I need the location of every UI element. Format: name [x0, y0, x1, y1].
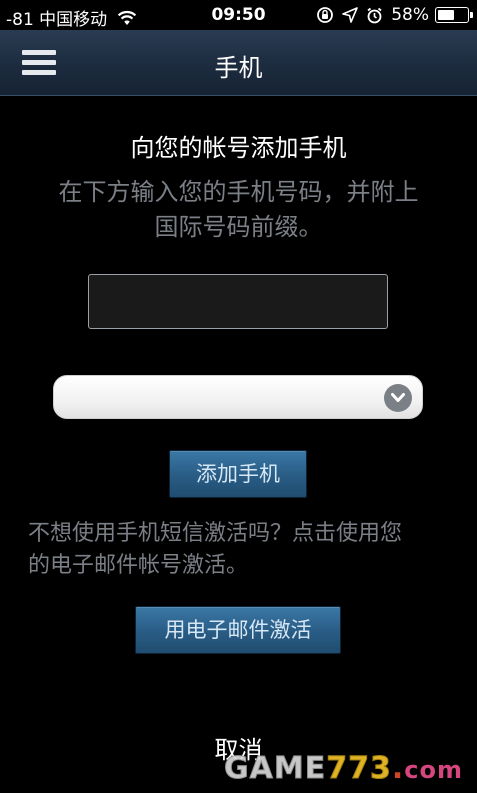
activate-by-email-button[interactable]: 用电子邮件激活 — [135, 606, 341, 654]
watermark-number: 773 — [326, 751, 392, 787]
add-phone-heading: 向您的帐号添加手机 — [130, 134, 347, 162]
sms-note-line-2: 的电子邮件帐号激活。 — [28, 553, 249, 578]
rotation-lock-icon — [317, 7, 334, 23]
country-code-select[interactable] — [53, 375, 423, 419]
instructions-text: 在下方输入您的手机号码，并附上 国际号码前缀。 — [30, 175, 447, 245]
watermark-game: GAME — [224, 751, 327, 787]
instructions-line-1: 在下方输入您的手机号码，并附上 — [58, 178, 419, 206]
alarm-icon — [367, 7, 382, 23]
battery-percent: 58% — [391, 5, 429, 25]
site-watermark-logo: GAME773.com — [224, 751, 463, 788]
battery-fill — [438, 10, 454, 20]
chevron-down-icon — [384, 384, 412, 412]
sms-note-line-1: 不想使用手机短信激活吗？点击使用您 — [28, 521, 403, 546]
location-arrow-icon — [342, 7, 359, 23]
steam-add-phone-screen: -81 中国移动 09:50 58% 手机 向您的帐号添加手机 在下方输入您的手… — [0, 0, 477, 793]
watermark-dot: . — [391, 751, 405, 786]
status-bar: -81 中国移动 09:50 58% — [0, 0, 477, 30]
sms-alternative-note: 不想使用手机短信激活吗？点击使用您 的电子邮件帐号激活。 — [28, 518, 447, 582]
watermark-com: com — [404, 756, 463, 784]
page-title: 手机 — [214, 54, 263, 82]
battery-icon — [435, 7, 473, 23]
add-phone-button[interactable]: 添加手机 — [169, 450, 307, 498]
nav-bar: 手机 — [0, 30, 477, 96]
phone-number-input[interactable] — [88, 274, 388, 329]
instructions-line-2: 国际号码前缀。 — [154, 213, 323, 241]
status-right: 58% — [316, 5, 473, 25]
